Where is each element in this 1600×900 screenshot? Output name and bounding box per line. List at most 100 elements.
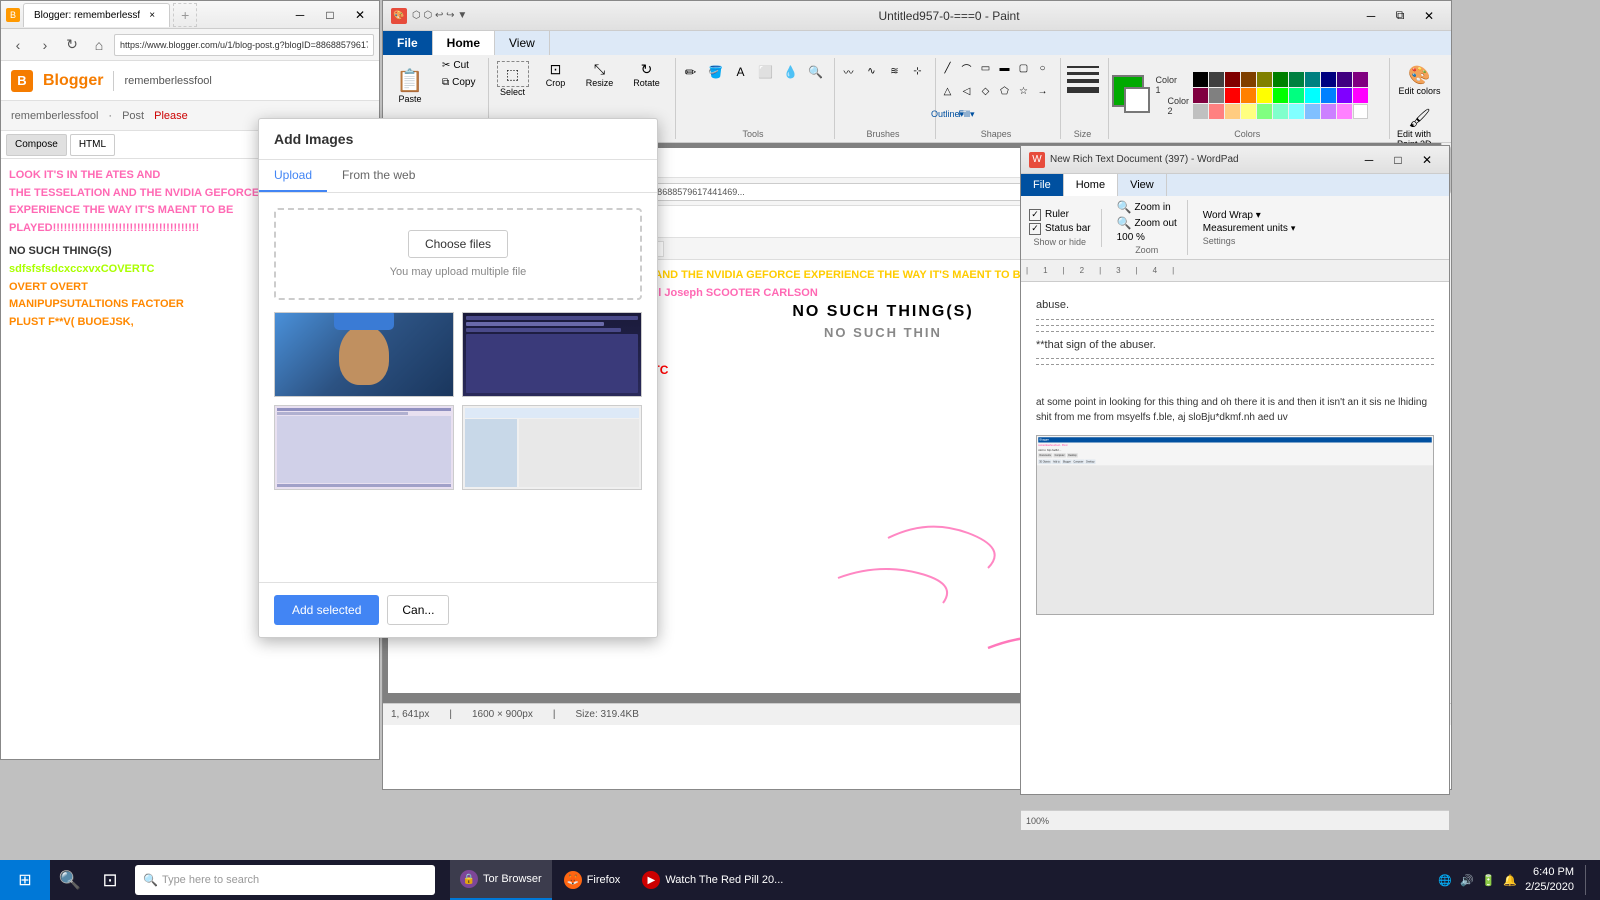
- wordpad-close-btn[interactable]: ✕: [1413, 149, 1441, 171]
- cancel-btn[interactable]: Can...: [387, 595, 449, 625]
- taskbar-app-video[interactable]: ▶ Watch The Red Pill 20...: [632, 860, 793, 900]
- choose-files-btn[interactable]: Choose files: [408, 230, 508, 258]
- desktop-btn[interactable]: [1585, 865, 1590, 895]
- browser-refresh-btn[interactable]: ↻: [60, 33, 84, 57]
- color-orange[interactable]: [1241, 88, 1256, 103]
- compose-btn[interactable]: Compose: [6, 134, 67, 156]
- color-light-gray[interactable]: [1193, 104, 1208, 119]
- browser-close-btn[interactable]: ✕: [346, 4, 374, 26]
- color-brown[interactable]: [1241, 72, 1256, 87]
- paint-restore-btn[interactable]: ⧉: [1386, 5, 1414, 27]
- color-dark-gray[interactable]: [1209, 72, 1224, 87]
- brush-4[interactable]: ⊹: [907, 61, 929, 81]
- diamond-shape[interactable]: ◇: [977, 83, 995, 99]
- paint-tab-home[interactable]: Home: [433, 31, 495, 55]
- rect-shape[interactable]: ▭: [977, 60, 995, 76]
- ellipse-shape[interactable]: ○: [1034, 60, 1052, 76]
- size-line-3[interactable]: [1067, 79, 1099, 83]
- eraser-btn[interactable]: ⬜: [754, 61, 778, 83]
- color-olive[interactable]: [1257, 72, 1272, 87]
- color-light-green[interactable]: [1257, 104, 1272, 119]
- zoom-out-row[interactable]: 🔍 Zoom out: [1117, 216, 1177, 230]
- wordpad-ruler-row[interactable]: ✓ Ruler: [1029, 209, 1091, 221]
- status-bar-checkbox[interactable]: ✓: [1029, 223, 1041, 235]
- paint-minimize-btn[interactable]: ─: [1357, 5, 1385, 27]
- picker-btn[interactable]: 💧: [779, 61, 803, 83]
- color-lime[interactable]: [1273, 88, 1288, 103]
- color-indigo[interactable]: [1337, 72, 1352, 87]
- measurement-dropdown[interactable]: ▾: [1291, 223, 1296, 234]
- color-light-purple[interactable]: [1321, 104, 1336, 119]
- zoom-100-row[interactable]: 100 %: [1117, 232, 1177, 243]
- size-line-1[interactable]: [1067, 66, 1099, 68]
- color-mint[interactable]: [1273, 104, 1288, 119]
- color-light-blue[interactable]: [1305, 104, 1320, 119]
- size-line-4[interactable]: [1067, 87, 1099, 93]
- paint-tab-view[interactable]: View: [495, 31, 550, 55]
- triangle-shape[interactable]: △: [939, 83, 957, 99]
- line-shape[interactable]: ╱: [939, 60, 957, 76]
- wordpad-maximize-btn[interactable]: □: [1384, 149, 1412, 171]
- browser-minimize-btn[interactable]: ─: [286, 4, 314, 26]
- color-teal[interactable]: [1305, 72, 1320, 87]
- task-view-btn[interactable]: ⊡: [90, 860, 130, 900]
- browser-home-btn[interactable]: ⌂: [87, 33, 111, 57]
- color-light-magenta[interactable]: [1337, 104, 1352, 119]
- rtriangle-shape[interactable]: ◁: [958, 83, 976, 99]
- add-selected-btn[interactable]: Add selected: [274, 595, 379, 625]
- pentagon-shape[interactable]: ⬠: [996, 83, 1014, 99]
- url-bar[interactable]: [114, 34, 374, 56]
- outline-btn[interactable]: Outline▾: [939, 107, 957, 123]
- image-thumb-2[interactable]: [462, 312, 642, 397]
- fill-shape-btn[interactable]: Fill▾: [958, 107, 976, 123]
- taskbar-app-torbrowser[interactable]: 🔒 Tor Browser: [450, 860, 552, 900]
- measurement-row[interactable]: Measurement units ▾: [1203, 223, 1296, 234]
- html-btn[interactable]: HTML: [70, 134, 115, 156]
- word-wrap-row[interactable]: Word Wrap ▾: [1203, 210, 1296, 221]
- paint-tab-file[interactable]: File: [383, 31, 433, 55]
- color-red[interactable]: [1225, 88, 1240, 103]
- color-light-yellow[interactable]: [1241, 104, 1256, 119]
- zoom-in-row[interactable]: 🔍 Zoom in: [1117, 200, 1177, 214]
- color-cyan[interactable]: [1305, 88, 1320, 103]
- wordpad-tab-home[interactable]: Home: [1064, 174, 1118, 196]
- brush-1[interactable]: 〰: [838, 61, 860, 81]
- wordpad-tab-view[interactable]: View: [1118, 174, 1167, 196]
- cut-btn[interactable]: ✂ Cut: [436, 58, 482, 73]
- color-yellow[interactable]: [1257, 88, 1272, 103]
- wordpad-tab-file[interactable]: File: [1021, 174, 1064, 196]
- new-tab-btn[interactable]: +: [173, 3, 197, 27]
- color-salmon[interactable]: [1209, 104, 1224, 119]
- color-spring[interactable]: [1289, 88, 1304, 103]
- size-line-2[interactable]: [1067, 72, 1099, 75]
- taskbar-search-bar[interactable]: 🔍 Type here to search: [135, 865, 435, 895]
- fillrect-shape[interactable]: ▬: [996, 60, 1014, 76]
- browser-back-btn[interactable]: ‹: [6, 33, 30, 57]
- curve-shape[interactable]: ⌒: [958, 60, 976, 76]
- edit-colors-btn[interactable]: 🎨 Edit colors: [1393, 61, 1446, 100]
- taskbar-app-firefox[interactable]: 🦊 Firefox: [554, 860, 631, 900]
- browser-forward-btn[interactable]: ›: [33, 33, 57, 57]
- color-gray[interactable]: [1209, 88, 1224, 103]
- wordpad-minimize-btn[interactable]: ─: [1355, 149, 1383, 171]
- color-purple[interactable]: [1353, 72, 1368, 87]
- color-peach[interactable]: [1225, 104, 1240, 119]
- brush-2[interactable]: ∿: [861, 61, 883, 81]
- browser-maximize-btn[interactable]: □: [316, 4, 344, 26]
- dialog-tab-from-web[interactable]: From the web: [327, 160, 430, 192]
- browser-tab[interactable]: Blogger: rememberlessf ×: [23, 3, 170, 27]
- color-green[interactable]: [1273, 72, 1288, 87]
- cortana-btn[interactable]: 🔍: [55, 860, 85, 900]
- fill-btn[interactable]: 🪣: [704, 61, 728, 83]
- dialog-tab-upload[interactable]: Upload: [259, 160, 327, 192]
- start-button[interactable]: ⊞: [0, 860, 50, 900]
- color-white[interactable]: [1353, 104, 1368, 119]
- color-black[interactable]: [1193, 72, 1208, 87]
- color-magenta[interactable]: [1353, 88, 1368, 103]
- text-btn[interactable]: A: [729, 61, 753, 83]
- color-dark-pink[interactable]: [1193, 88, 1208, 103]
- copy-btn[interactable]: ⧉ Copy: [436, 75, 482, 90]
- taskbar-clock[interactable]: 6:40 PM 2/25/2020: [1525, 865, 1574, 896]
- star-shape[interactable]: ☆: [1015, 83, 1033, 99]
- paste-btn[interactable]: 📋 Paste: [388, 58, 432, 113]
